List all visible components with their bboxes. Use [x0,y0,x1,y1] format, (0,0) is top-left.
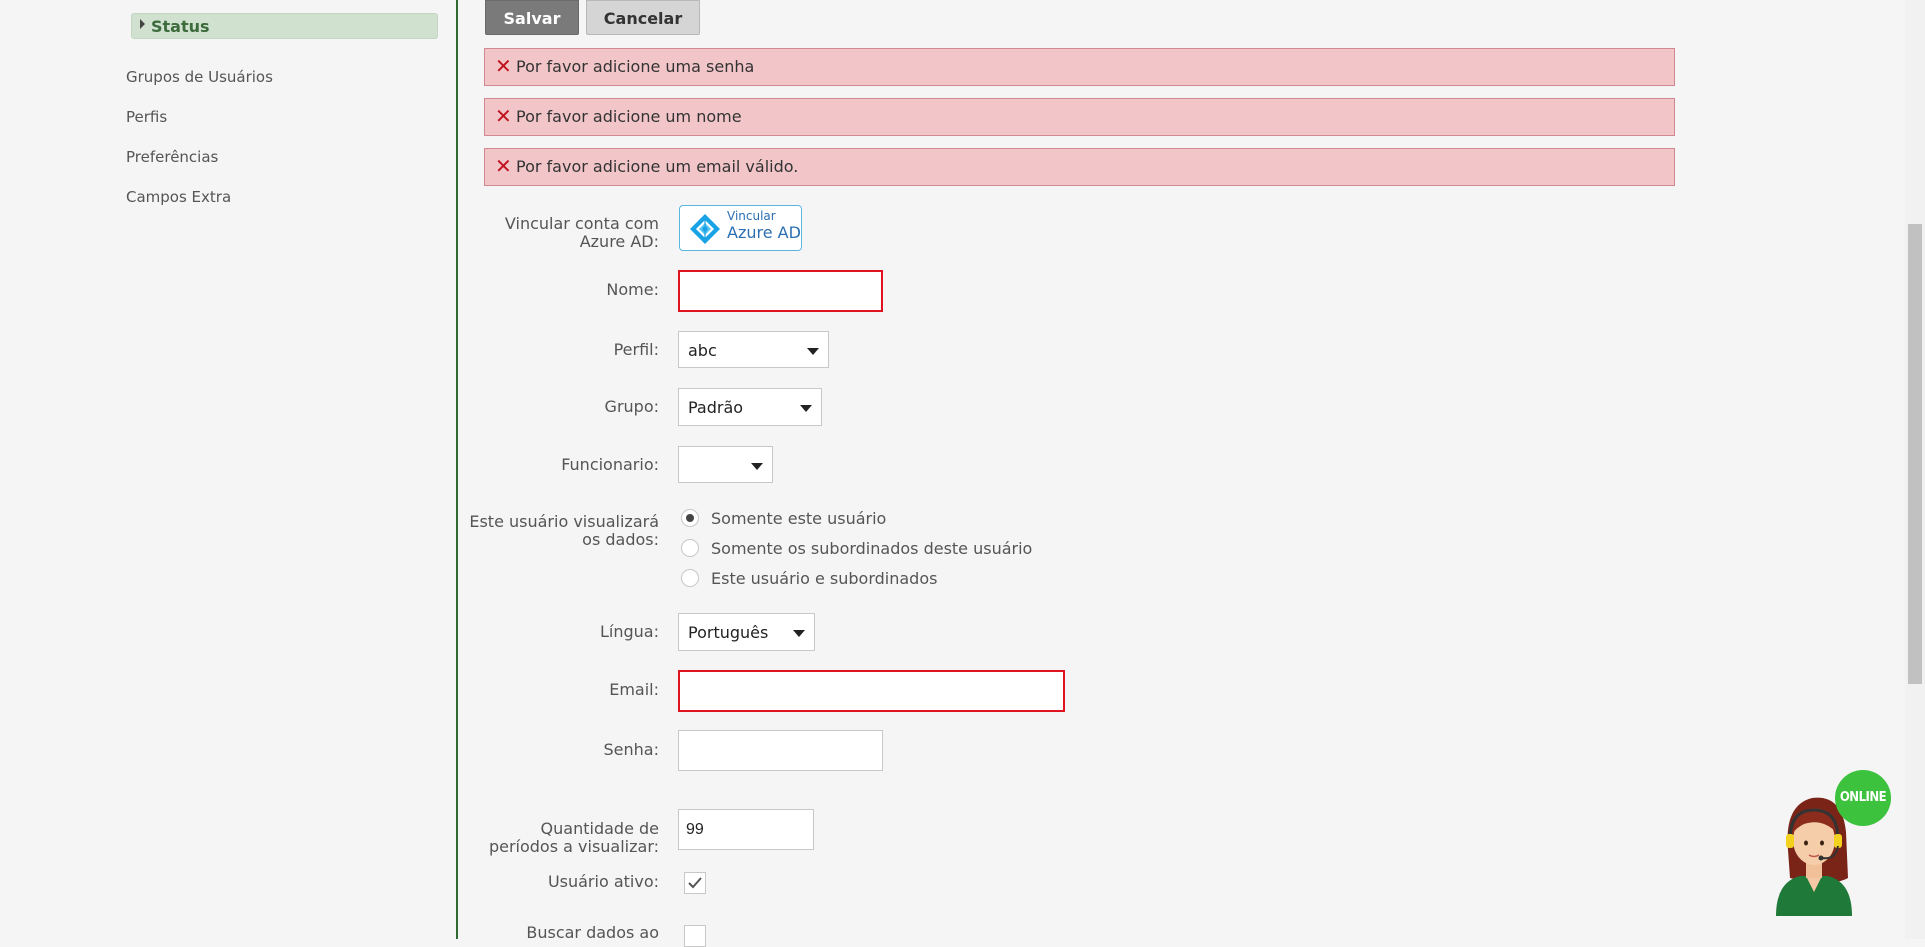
chat-support-widget[interactable]: ONLINE [1770,770,1891,920]
sidebar-item-status[interactable]: Status [131,13,438,39]
funcionario-select[interactable] [678,446,773,483]
azure-label-line1: Vincular conta com [504,214,659,233]
periodos-label: Quantidade de períodos a visualizar: [489,820,659,856]
error-banner-password: ✕ Por favor adicione uma senha [484,48,1675,86]
sidebar-item-preferencias[interactable]: Preferências [126,148,218,166]
close-icon: ✕ [495,54,512,78]
online-badge: ONLINE [1835,770,1891,826]
sidebar: Status Grupos de Usuários Perfis Preferê… [0,0,456,939]
error-message: Por favor adicione um email válido. [516,157,799,176]
senha-label: Senha: [603,740,659,759]
fetch-data-checkbox[interactable] [684,925,706,947]
grupo-select[interactable]: Padrão [678,388,822,426]
azure-label: Vincular conta com Azure AD: [505,215,659,251]
error-banner-name: ✕ Por favor adicione um nome [484,98,1675,136]
visibility-label-line1: Este usuário visualizará [469,512,659,531]
error-message: Por favor adicione uma senha [516,57,755,76]
radio-button[interactable] [681,509,699,527]
buscar-dados-label: Buscar dados ao [526,923,659,942]
error-banner-email: ✕ Por favor adicione um email válido. [484,148,1675,186]
chevron-down-icon [793,630,805,637]
perfil-select[interactable]: abc [678,331,829,368]
periodos-label-line1: Quantidade de [540,819,659,838]
radio-label: Este usuário e subordinados [711,569,938,588]
language-selected-value: Português [688,623,769,642]
lingua-label: Língua: [600,622,659,641]
chevron-down-icon [800,405,812,412]
grupo-label: Grupo: [604,397,659,416]
sidebar-item-campos-extra[interactable]: Campos Extra [126,188,231,206]
name-field[interactable] [678,270,883,312]
azure-label-line2: Azure AD: [579,232,659,251]
perfil-label: Perfil: [613,340,659,359]
sidebar-item-label: Status [151,17,210,36]
language-select[interactable]: Português [678,613,815,651]
password-field[interactable] [678,730,883,771]
usuario-ativo-label: Usuário ativo: [547,872,659,891]
radio-label: Somente este usuário [711,509,887,528]
sidebar-divider [456,0,458,939]
sidebar-item-grupos-de-usuarios[interactable]: Grupos de Usuários [126,68,273,86]
save-button[interactable]: Salvar [485,0,579,35]
grupo-selected-value: Padrão [688,398,744,417]
chevron-down-icon [807,348,819,355]
close-icon: ✕ [495,104,512,128]
scrollbar[interactable] [1905,0,1925,939]
cancel-button[interactable]: Cancelar [586,0,700,35]
email-label: Email: [609,680,659,699]
chevron-down-icon [751,463,763,470]
link-azure-ad-button[interactable]: Vincular Azure AD [679,205,802,251]
sidebar-item-perfis[interactable]: Perfis [126,108,167,126]
periodos-label-line2: períodos a visualizar: [488,837,659,856]
close-icon: ✕ [495,154,512,178]
radio-button[interactable] [681,539,699,557]
azure-button-large-text: Azure AD [727,223,801,242]
azure-button-small-text: Vincular [727,209,776,223]
radio-button[interactable] [681,569,699,587]
visibility-label-line2: os dados: [582,530,659,549]
scrollbar-thumb[interactable] [1908,224,1922,684]
email-field[interactable] [678,670,1065,712]
active-user-checkbox[interactable] [684,872,706,894]
periods-field[interactable] [678,809,814,850]
azure-ad-icon [690,214,720,244]
funcionario-label: Funcionario: [561,455,659,474]
caret-right-icon [140,19,145,29]
visibility-label: Este usuário visualizará os dados: [469,513,659,549]
check-icon [688,877,702,889]
nome-label: Nome: [606,280,659,299]
perfil-selected-value: abc [688,341,717,360]
radio-label: Somente os subordinados deste usuário [711,539,1033,558]
error-message: Por favor adicione um nome [516,107,742,126]
